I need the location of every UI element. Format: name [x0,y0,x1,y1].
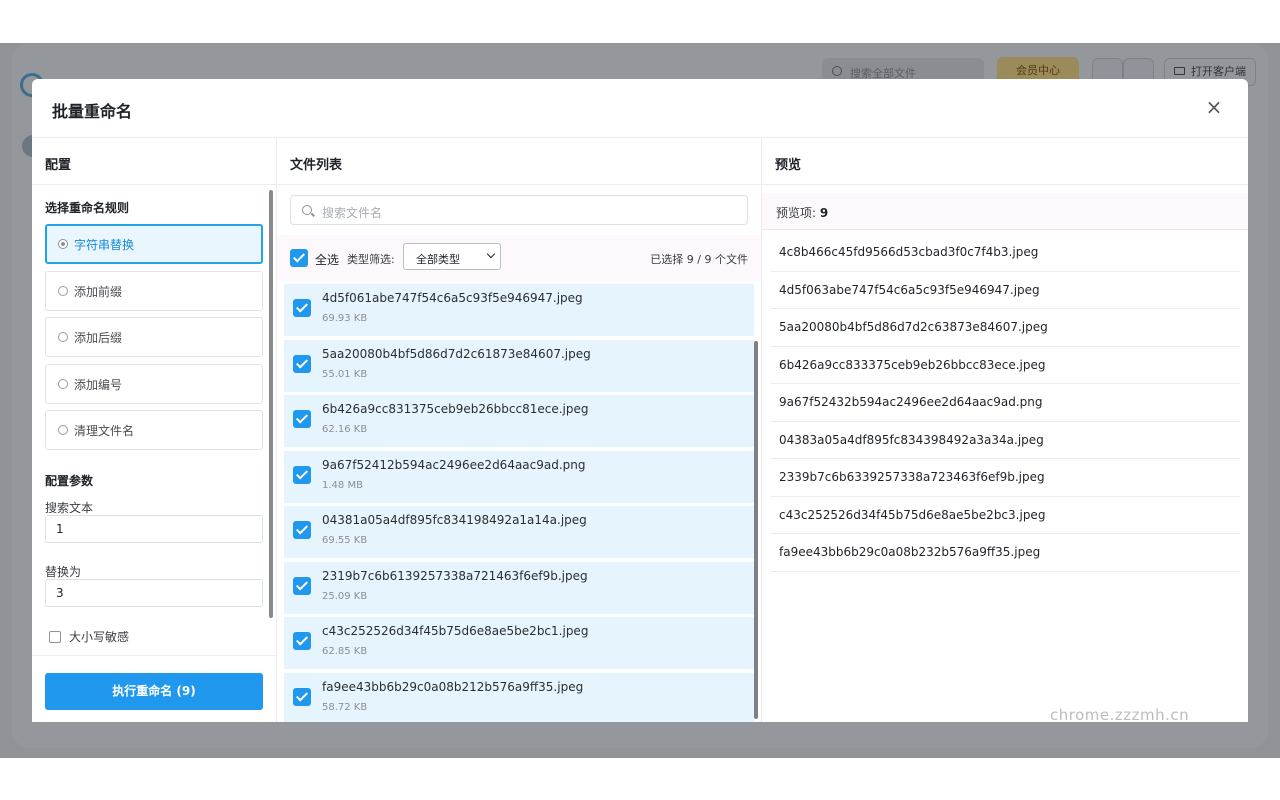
replace-label: 替换为 [45,565,82,579]
search-text-label: 搜索文本 [45,501,94,515]
file-size: 55.01 KB [322,368,368,380]
preview-item: 4d5f063abe747f54c6a5c93f5e946947.jpeg [771,272,1240,309]
preview-item: 6b426a9cc833375ceb9eb26bbcc83ece.jpeg [771,347,1240,384]
file-name: fa9ee43bb6b29c0a08b212b576a9ff35.jpeg [322,679,584,694]
preview-heading: 预览 [762,138,1248,185]
radio-icon[interactable] [58,285,68,296]
rule-option[interactable]: 字符串替换 [45,224,263,264]
file-checkbox[interactable] [293,576,311,595]
file-size: 62.16 KB [322,424,368,435]
file-name: 4d5f061abe747f54c6a5c93f5e946947.jpeg [322,291,583,305]
file-name: c43c252526d34f45b75d6e8ae5be2bc1.jpeg [322,624,589,638]
file-name: 2319b7c6b6139257338a721463f6ef9b.jpeg [322,568,588,583]
radio-icon[interactable] [58,378,68,389]
type-filter-label: 类型筛选: [347,253,395,266]
rule-option[interactable]: 清理文件名 [45,410,263,450]
preview-count: 预览项: 9 [762,193,1248,230]
file-name: 5aa20080b4bf5d86d7d2c61873e84607.jpeg [322,346,591,361]
rule-option-label: 添加前缀 [74,284,123,299]
preview-item: 4c8b466c45fd9566d53cbad3f0c7f4b3.jpeg [771,234,1240,272]
file-list-scrollbar[interactable] [754,341,758,719]
rule-option-label: 清理文件名 [74,424,135,438]
preview-list: 4c8b466c45fd9566d53cbad3f0c7f4b3.jpeg 4d5… [771,234,1240,572]
search-text-input[interactable] [45,515,263,543]
file-row[interactable]: 2319b7c6b6139257338a721463f6ef9b.jpeg 25.… [284,561,754,614]
file-row[interactable]: c43c252526d34f45b75d6e8ae5be2bc1.jpeg 62.… [284,617,754,669]
select-all-label[interactable]: 全选 [315,251,339,268]
file-row[interactable]: 4d5f061abe747f54c6a5c93f5e946947.jpeg 69.… [284,284,754,336]
search-icon [832,66,842,76]
rule-option[interactable]: 添加后缀 [45,317,263,357]
file-size: 25.09 KB [322,590,368,602]
type-filter-select[interactable]: 全部类型 [403,243,501,270]
file-checkbox[interactable] [293,687,311,706]
file-row[interactable]: fa9ee43bb6b29c0a08b212b576a9ff35.jpeg 58.… [284,672,754,722]
file-checkbox[interactable] [293,354,311,373]
rules-title: 选择重命名规则 [45,201,130,215]
case-sensitive-checkbox[interactable]: 大小写敏感 [49,628,129,645]
search-icon [302,205,312,215]
files-heading: 文件列表 [277,138,761,185]
config-heading: 配置 [32,138,276,185]
run-rename-button[interactable]: 执行重命名 (9) [45,673,263,710]
replace-input[interactable] [45,579,263,607]
rule-option[interactable]: 添加编号 [45,363,263,404]
file-name: 04381a05a4df895fc834198492a1a14a.jpeg [322,513,587,527]
file-name: 6b426a9cc831375ceb9eb26bbcc81ece.jpeg [322,402,589,416]
radio-icon[interactable] [58,239,68,249]
monitor-icon [1174,67,1185,75]
config-scrollbar[interactable] [269,190,273,618]
batch-rename-dialog: 批量重命名 × 配置 选择重命名规则 字符串替换添加前缀添加后缀添加编号清理文件… [32,79,1248,722]
page-backdrop: 搜索全部文件 会员中心 打开客户端 批量重命名 × 配置 选择重命名规则 字符串… [0,43,1280,758]
preview-item: c43c252526d34f45b75d6e8ae5be2bc3.jpeg [771,497,1240,534]
preview-panel: 预览 预览项: 9 4c8b466c45fd9566d53cbad3f0c7f4… [762,138,1248,722]
file-checkbox[interactable] [293,632,311,650]
file-row[interactable]: 04381a05a4df895fc834198492a1a14a.jpeg 69.… [284,506,754,558]
checkbox-icon[interactable] [49,631,61,643]
config-panel: 配置 选择重命名规则 字符串替换添加前缀添加后缀添加编号清理文件名 配置参数 搜… [32,138,277,722]
preview-item: 04383a05a4df895fc834398492a3a34a.jpeg [771,422,1240,459]
preview-item: 9a67f52432b594ac2496ee2d64aac9ad.png [771,384,1240,422]
file-size: 69.55 KB [322,535,368,546]
radio-icon[interactable] [58,332,68,342]
preview-item: fa9ee43bb6b29c0a08b232b576a9ff35.jpeg [771,534,1240,572]
select-all-checkbox[interactable] [290,249,308,267]
preview-item: 2339b7c6b6339257338a723463f6ef9b.jpeg [771,459,1240,497]
file-size: 62.85 KB [322,646,368,657]
file-toolbar: 全选 类型筛选: 全部类型 已选择 9 / 9 个文件 [277,235,761,281]
close-icon[interactable]: × [1204,97,1224,118]
rule-option[interactable]: 添加前缀 [45,270,263,311]
rule-option-label: 添加后缀 [74,331,123,345]
file-name: 9a67f52412b594ac2496ee2d64aac9ad.png [322,457,586,472]
file-checkbox[interactable] [293,410,311,428]
file-search-input[interactable]: 搜索文件名 [290,195,748,225]
file-size: 1.48 MB [322,479,363,491]
watermark-text: chrome.zzzmh.cn [1050,706,1190,724]
selected-count: 已选择 9 / 9 个文件 [650,253,748,266]
radio-icon[interactable] [58,425,68,435]
rule-option-label: 添加编号 [74,377,123,392]
dialog-header: 批量重命名 × [32,79,1248,138]
file-row[interactable]: 9a67f52412b594ac2496ee2d64aac9ad.png 1.48… [284,450,754,503]
file-checkbox[interactable] [293,465,311,484]
preview-item: 5aa20080b4bf5d86d7d2c63873e84607.jpeg [771,309,1240,347]
rule-option-label: 字符串替换 [74,238,135,252]
params-title: 配置参数 [45,474,94,488]
chevron-down-icon [486,249,496,259]
config-footer: 执行重命名 (9) [32,655,276,722]
file-checkbox[interactable] [293,521,311,539]
file-row[interactable]: 6b426a9cc831375ceb9eb26bbcc81ece.jpeg 62.… [284,395,754,447]
file-list: 4d5f061abe747f54c6a5c93f5e946947.jpeg 69.… [284,284,754,722]
file-list-panel: 文件列表 搜索文件名 全选 类型筛选: 全部类型 已选择 9 / 9 个文件 4… [277,138,762,722]
file-size: 69.93 KB [322,313,368,324]
file-size: 58.72 KB [322,701,368,713]
dialog-title: 批量重命名 [52,102,133,121]
file-row[interactable]: 5aa20080b4bf5d86d7d2c61873e84607.jpeg 55.… [284,339,754,392]
file-checkbox[interactable] [293,299,311,317]
